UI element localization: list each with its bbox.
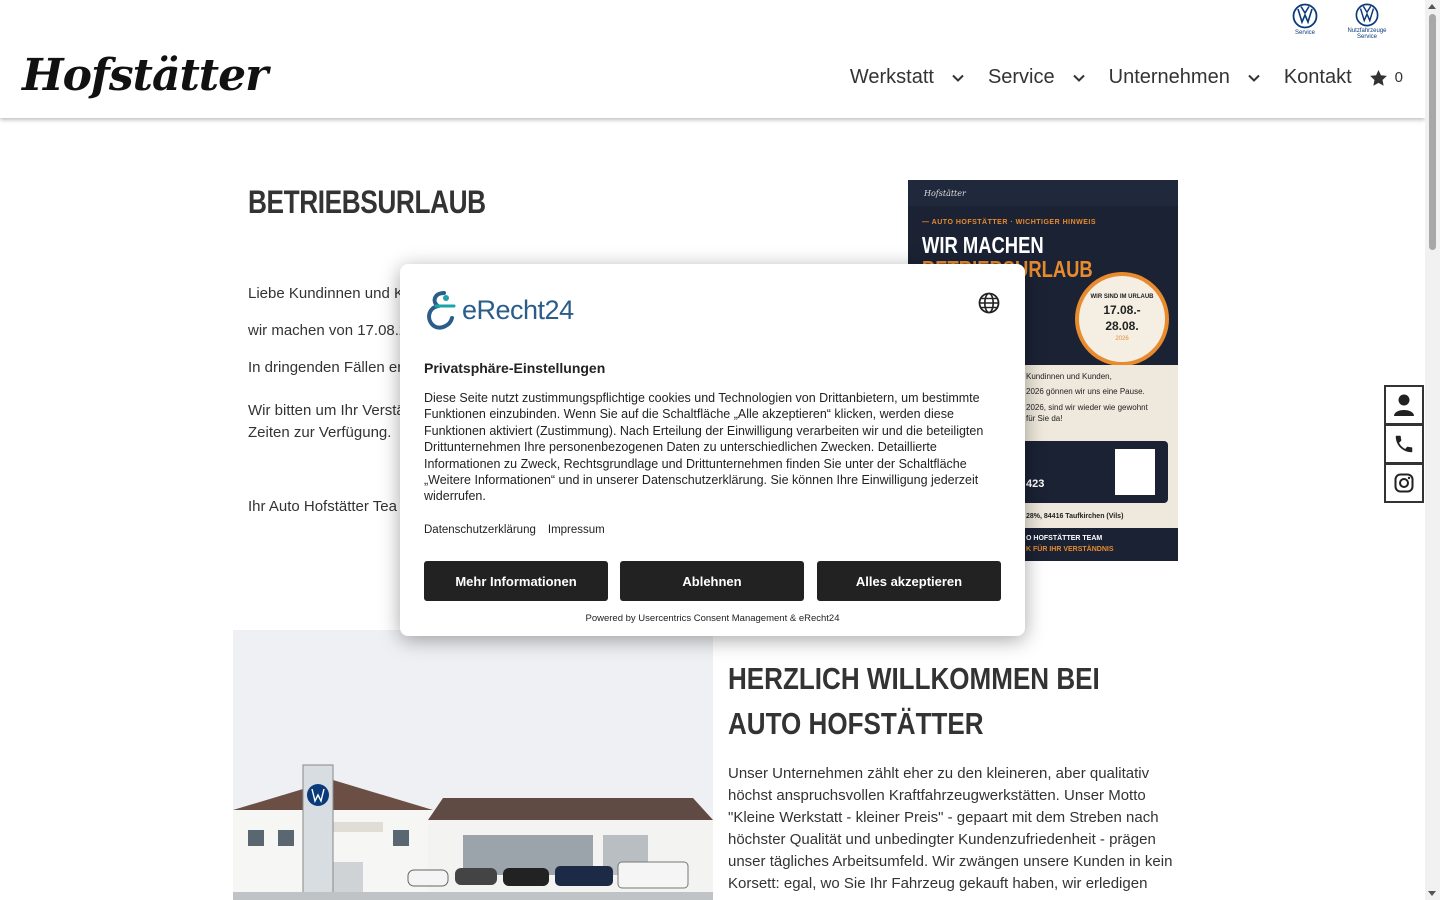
notice-paragraph: Liebe Kundinnen und K bbox=[248, 285, 404, 302]
chevron-down-icon[interactable] bbox=[952, 72, 964, 84]
welcome-heading: HERZLICH WILLKOMMEN BEI AUTO HOFSTÄTTER bbox=[728, 661, 1100, 741]
poster-circle-label: WIR SIND IM URLAUB bbox=[1090, 294, 1154, 300]
notice-paragraph: In dringenden Fällen erre bbox=[248, 359, 416, 376]
poster-brand: Hofstätter bbox=[924, 189, 966, 198]
nav-label: Unternehmen bbox=[1108, 66, 1230, 88]
poster-phone: 423 bbox=[1026, 478, 1045, 490]
side-contact-bar bbox=[1384, 385, 1424, 503]
accept-all-button[interactable]: Alles akzeptieren bbox=[817, 561, 1001, 601]
poster-text: Kundinnen und Kunden, bbox=[1026, 372, 1112, 381]
poster-headline-1: WIR MACHEN bbox=[922, 232, 1044, 258]
nav-label: Service bbox=[987, 66, 1055, 88]
poster-footer-text: K FÜR IHR VERSTÄNDNIS bbox=[1026, 546, 1114, 553]
scroll-up-icon[interactable] bbox=[1428, 4, 1436, 9]
site-logo[interactable]: Hofstätter bbox=[22, 50, 268, 101]
side-phone-button[interactable] bbox=[1384, 424, 1424, 464]
poster-date-circle: WIR SIND IM URLAUB 17.08.- 28.08. 2026 bbox=[1075, 272, 1169, 366]
user-icon bbox=[1394, 394, 1414, 416]
privacy-policy-link[interactable]: Datenschutzerklärung bbox=[424, 524, 536, 536]
phone-icon bbox=[1395, 435, 1413, 453]
nav-item-kontakt[interactable]: Kontakt bbox=[1284, 66, 1352, 89]
site-header: Hofstätter Service Nutzfahrzeuge Service… bbox=[0, 0, 1425, 118]
qr-code-icon bbox=[1115, 449, 1155, 495]
nav-item-werkstatt[interactable]: Werkstatt bbox=[850, 66, 964, 89]
poster-address: 28%, 84416 Taufkirchen (Vils) bbox=[1026, 513, 1124, 520]
notice-signature: Ihr Auto Hofstätter Tea bbox=[248, 498, 397, 515]
consent-description: Diese Seite nutzt zustimmungspflichtige … bbox=[424, 391, 984, 504]
notice-paragraph: Wir bitten um Ihr Verstä bbox=[248, 402, 405, 419]
poster-footer-text: O HOFSTÄTTER TEAM bbox=[1026, 535, 1103, 542]
nav-label: Werkstatt bbox=[849, 66, 934, 88]
chevron-down-icon[interactable] bbox=[1072, 72, 1085, 84]
nav-label: Kontakt bbox=[1283, 66, 1352, 88]
vw-logo-icon bbox=[1292, 3, 1318, 29]
notice-paragraph: Zeiten zur Verfügung. bbox=[248, 424, 392, 441]
poster-text: für Sie da! bbox=[1026, 414, 1063, 423]
side-instagram-button[interactable] bbox=[1384, 463, 1424, 503]
nav-item-service[interactable]: Service bbox=[988, 66, 1085, 89]
vw-commercial-badge: Nutzfahrzeuge Service bbox=[1347, 3, 1387, 40]
star-icon bbox=[1369, 69, 1387, 86]
vw-badge-label: Service bbox=[1294, 30, 1315, 36]
erecht24-logo: eRecht24 bbox=[424, 290, 574, 330]
vw-badges: Service Nutzfahrzeuge Service bbox=[1285, 3, 1387, 40]
vw-logo-icon bbox=[1355, 3, 1379, 27]
notice-paragraph: wir machen von 17.08.2 bbox=[248, 322, 408, 339]
main-nav: Werkstatt Service Unternehmen Kontakt 0 bbox=[850, 66, 1403, 89]
scroll-down-icon[interactable] bbox=[1428, 891, 1436, 896]
vw-badge-label: Nutzfahrzeuge Service bbox=[1347, 28, 1387, 40]
poster-circle-year: 2026 bbox=[1115, 336, 1129, 342]
dealership-photo bbox=[233, 630, 713, 900]
consent-powered-by: Powered by Usercentrics Consent Manageme… bbox=[585, 613, 840, 624]
consent-links: Datenschutzerklärung Impressum bbox=[424, 524, 605, 536]
side-user-button[interactable] bbox=[1384, 385, 1424, 425]
poster-circle-date: 17.08.- bbox=[1103, 303, 1141, 317]
dealership-illustration bbox=[233, 630, 713, 900]
vw-service-badge: Service bbox=[1285, 3, 1325, 40]
page-scrollbar[interactable] bbox=[1425, 0, 1440, 900]
language-button[interactable] bbox=[976, 290, 1002, 316]
erecht24-mark-icon bbox=[427, 291, 456, 330]
globe-icon bbox=[978, 292, 1000, 314]
watchlist-button[interactable]: 0 bbox=[1369, 69, 1403, 86]
consent-dialog: eRecht24 Privatsphäre-Einstellungen Dies… bbox=[400, 264, 1025, 636]
erecht24-logo-text: eRecht24 bbox=[462, 294, 574, 325]
scrollbar-thumb[interactable] bbox=[1429, 14, 1436, 250]
imprint-link[interactable]: Impressum bbox=[548, 524, 605, 536]
decline-button[interactable]: Ablehnen bbox=[620, 561, 804, 601]
instagram-icon bbox=[1394, 473, 1414, 493]
watchlist-count: 0 bbox=[1394, 69, 1403, 86]
poster-kicker: — AUTO HOFSTÄTTER · WICHTIGER HINWEIS bbox=[922, 219, 1097, 226]
welcome-text: Unser Unternehmen zählt eher zu den klei… bbox=[728, 765, 1173, 892]
poster-text: 2026, sind wir wieder wie gewohnt bbox=[1026, 403, 1148, 412]
chevron-down-icon[interactable] bbox=[1248, 72, 1260, 84]
nav-item-unternehmen[interactable]: Unternehmen bbox=[1109, 66, 1260, 89]
poster-circle-date: 28.08. bbox=[1105, 319, 1139, 333]
page-title: BETRIEBSURLAUB bbox=[248, 184, 486, 220]
consent-title: Privatsphäre-Einstellungen bbox=[424, 360, 606, 376]
poster-text: 2026 gönnen wir uns eine Pause. bbox=[1026, 387, 1145, 396]
more-info-button[interactable]: Mehr Informationen bbox=[424, 561, 608, 601]
